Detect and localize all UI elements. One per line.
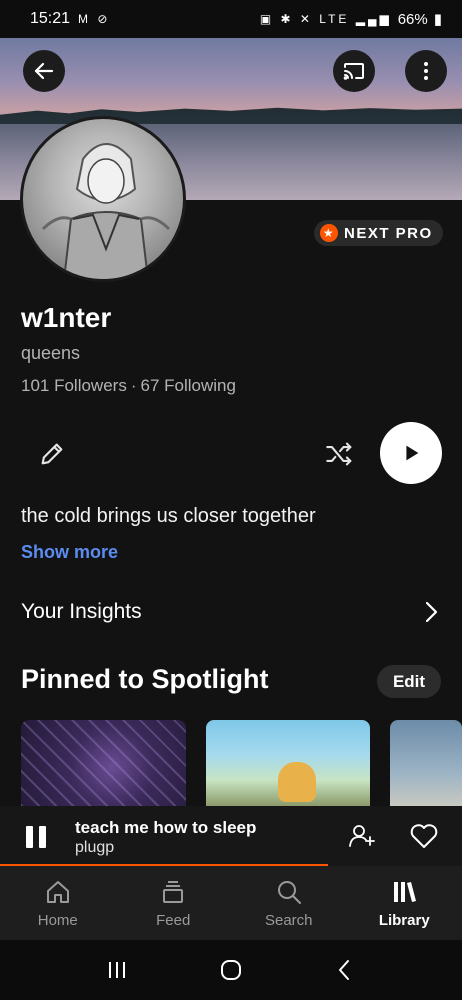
system-nav-bar [0,940,462,1000]
tab-label: Search [264,911,313,929]
battery-icon: ▮ [433,11,442,28]
tab-library[interactable]: Library [347,866,462,940]
track-title: teach me how to sleep [75,818,257,837]
user-location: queens [21,343,81,363]
arrow-left-icon [34,62,54,80]
cast-icon [343,63,364,80]
cast-button[interactable] [333,50,375,92]
back-button[interactable] [23,50,65,92]
profile-avatar[interactable] [20,116,186,282]
follow-stats: 101 Followers · 67 Following [21,376,236,396]
battery-level: 66% [397,10,428,28]
system-icons: ▣ ✱ ✕ LTE ▂▄▆ [259,12,392,26]
tab-label: Feed [156,911,191,929]
more-options-button[interactable] [405,50,447,92]
home-icon [46,880,69,903]
username: w1nter [21,302,112,333]
edit-profile-icon[interactable] [38,440,66,468]
back-nav-icon[interactable] [332,957,358,983]
spotlight-track-artwork[interactable] [390,720,462,806]
home-nav-icon[interactable] [218,957,244,983]
status-time: 15:21 [30,10,71,27]
tab-search[interactable]: Search [231,866,347,940]
bottom-tab-bar: Home Feed Search Library [0,866,462,940]
following-link[interactable]: 67 Following [141,376,236,396]
spotlight-track-artwork[interactable] [206,720,370,806]
show-more-link[interactable]: Show more [21,542,118,563]
chevron-right-icon [425,601,438,623]
tab-home[interactable]: Home [0,866,116,940]
avatar-illustration [41,143,171,279]
play-icon [406,445,419,461]
spotlight-title: Pinned to Spotlight [21,664,269,694]
status-bar: 15:21 M ⊘ ▣ ✱ ✕ LTE ▂▄▆ 66% ▮ [0,0,462,38]
mini-player[interactable]: teach me how to sleep plugp [0,806,462,866]
star-icon: ★ [320,224,338,242]
spotlight-edit-button[interactable]: Edit [377,665,441,698]
search-icon [277,880,301,904]
next-pro-badge: ★ NEXT PRO [314,220,443,246]
recent-apps-icon[interactable] [104,957,130,983]
tab-label: Library [378,911,430,929]
insights-row[interactable]: Your Insights [21,596,441,628]
pause-icon[interactable] [26,826,46,848]
follow-artist-icon[interactable] [348,822,376,850]
track-artist: plugp [75,839,115,856]
more-vertical-icon [424,62,428,80]
spotlight-track-artwork[interactable] [21,720,186,806]
followers-link[interactable]: 101 Followers [21,376,127,396]
profile-bio: the cold brings us closer together [21,505,316,527]
play-button[interactable] [380,422,442,484]
tab-label: Home [37,911,78,929]
heart-icon[interactable] [409,822,439,850]
shuffle-icon[interactable] [325,440,355,468]
feed-icon [163,880,184,903]
badge-label: NEXT PRO [344,224,433,242]
stats-separator: · [130,376,137,395]
insights-label: Your Insights [21,600,142,623]
tab-feed[interactable]: Feed [116,866,232,940]
library-icon [394,881,417,902]
notification-icons: M ⊘ [78,12,111,26]
